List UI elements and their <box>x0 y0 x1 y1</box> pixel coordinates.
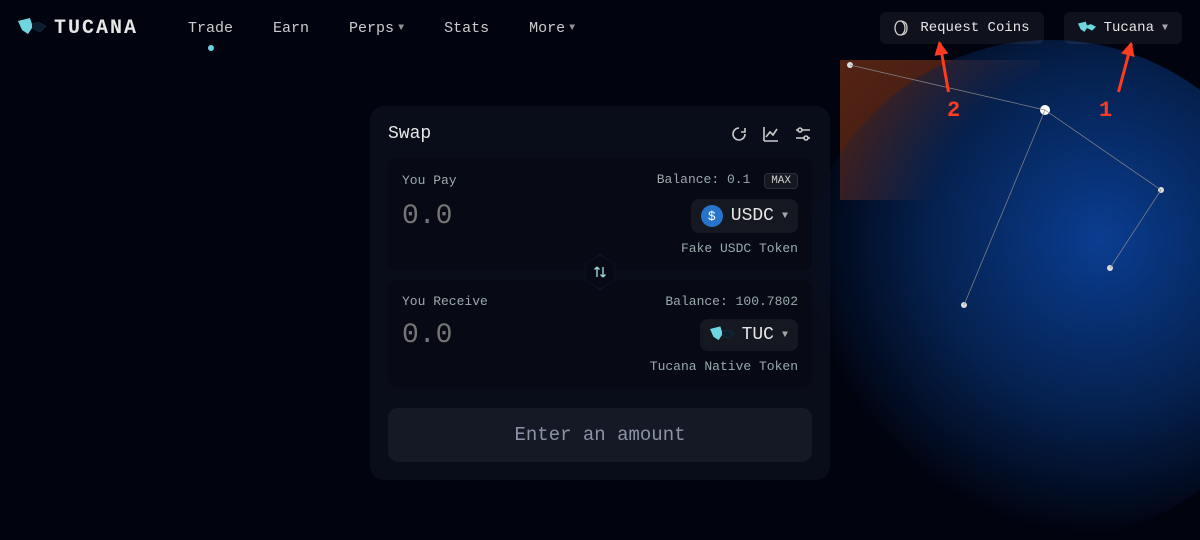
tucana-small-icon <box>1078 21 1096 35</box>
pay-token-symbol: USDC <box>731 206 774 226</box>
chart-icon[interactable] <box>762 125 780 143</box>
receive-label: You Receive <box>402 294 488 309</box>
main-nav: Trade Earn Perps ▼ Stats More ▼ <box>188 20 575 37</box>
receive-box: You Receive Balance: 100.7802 TUC ▼ Tuca… <box>388 280 812 388</box>
annotation-1: 1 <box>1117 42 1120 92</box>
pay-token-selector[interactable]: $ USDC ▼ <box>691 199 798 233</box>
logo[interactable]: TUCANA <box>18 17 138 40</box>
pay-balance: Balance: 0.1 <box>657 172 751 187</box>
constellation-lines <box>800 50 1200 350</box>
usdc-icon: $ <box>701 205 723 227</box>
chevron-down-icon: ▼ <box>398 23 404 34</box>
receive-token-desc: Tucana Native Token <box>402 359 798 374</box>
nav-perps-label: Perps <box>349 20 394 37</box>
swap-card: Swap You Pay Balance: 0.1 MAX $ <box>370 106 830 480</box>
nav-earn[interactable]: Earn <box>273 20 309 37</box>
receive-balance: Balance: 100.7802 <box>665 294 798 309</box>
receive-amount-input[interactable] <box>402 320 552 351</box>
brand-name: TUCANA <box>54 17 138 40</box>
swap-action-button[interactable]: Enter an amount <box>388 408 812 462</box>
chevron-down-icon: ▼ <box>782 211 788 222</box>
swap-header: Swap <box>388 124 812 144</box>
chevron-down-icon: ▼ <box>1162 23 1168 34</box>
nav-stats[interactable]: Stats <box>444 20 489 37</box>
nav-more[interactable]: More ▼ <box>529 20 575 37</box>
nav-trade[interactable]: Trade <box>188 20 233 37</box>
request-coins-label: Request Coins <box>920 20 1029 36</box>
coins-icon <box>894 20 912 36</box>
settings-icon[interactable] <box>794 125 812 143</box>
network-label: Tucana <box>1104 20 1154 36</box>
annotation-2: 2 <box>947 42 950 92</box>
pay-token-desc: Fake USDC Token <box>402 241 798 256</box>
pay-amount-input[interactable] <box>402 201 552 232</box>
network-selector-button[interactable]: Tucana ▼ <box>1064 12 1182 44</box>
max-button[interactable]: MAX <box>764 173 798 189</box>
receive-token-symbol: TUC <box>742 325 774 345</box>
tucana-logo-icon <box>18 18 46 38</box>
header: TUCANA Trade Earn Perps ▼ Stats More ▼ R… <box>0 0 1200 56</box>
swap-title: Swap <box>388 124 431 144</box>
swap-toolbar <box>730 125 812 143</box>
pay-box: You Pay Balance: 0.1 MAX $ USDC ▼ Fake U… <box>388 158 812 270</box>
receive-token-selector[interactable]: TUC ▼ <box>700 319 798 351</box>
annotation-2-label: 2 <box>947 98 960 123</box>
nav-more-label: More <box>529 20 565 37</box>
swap-arrows-icon <box>592 264 608 280</box>
chevron-down-icon: ▼ <box>569 23 575 34</box>
request-coins-button[interactable]: Request Coins <box>880 12 1043 44</box>
refresh-icon[interactable] <box>730 125 748 143</box>
pay-label: You Pay <box>402 173 457 188</box>
tuc-icon <box>710 326 734 344</box>
annotation-1-label: 1 <box>1099 98 1112 123</box>
chevron-down-icon: ▼ <box>782 330 788 341</box>
nav-perps[interactable]: Perps ▼ <box>349 20 404 37</box>
